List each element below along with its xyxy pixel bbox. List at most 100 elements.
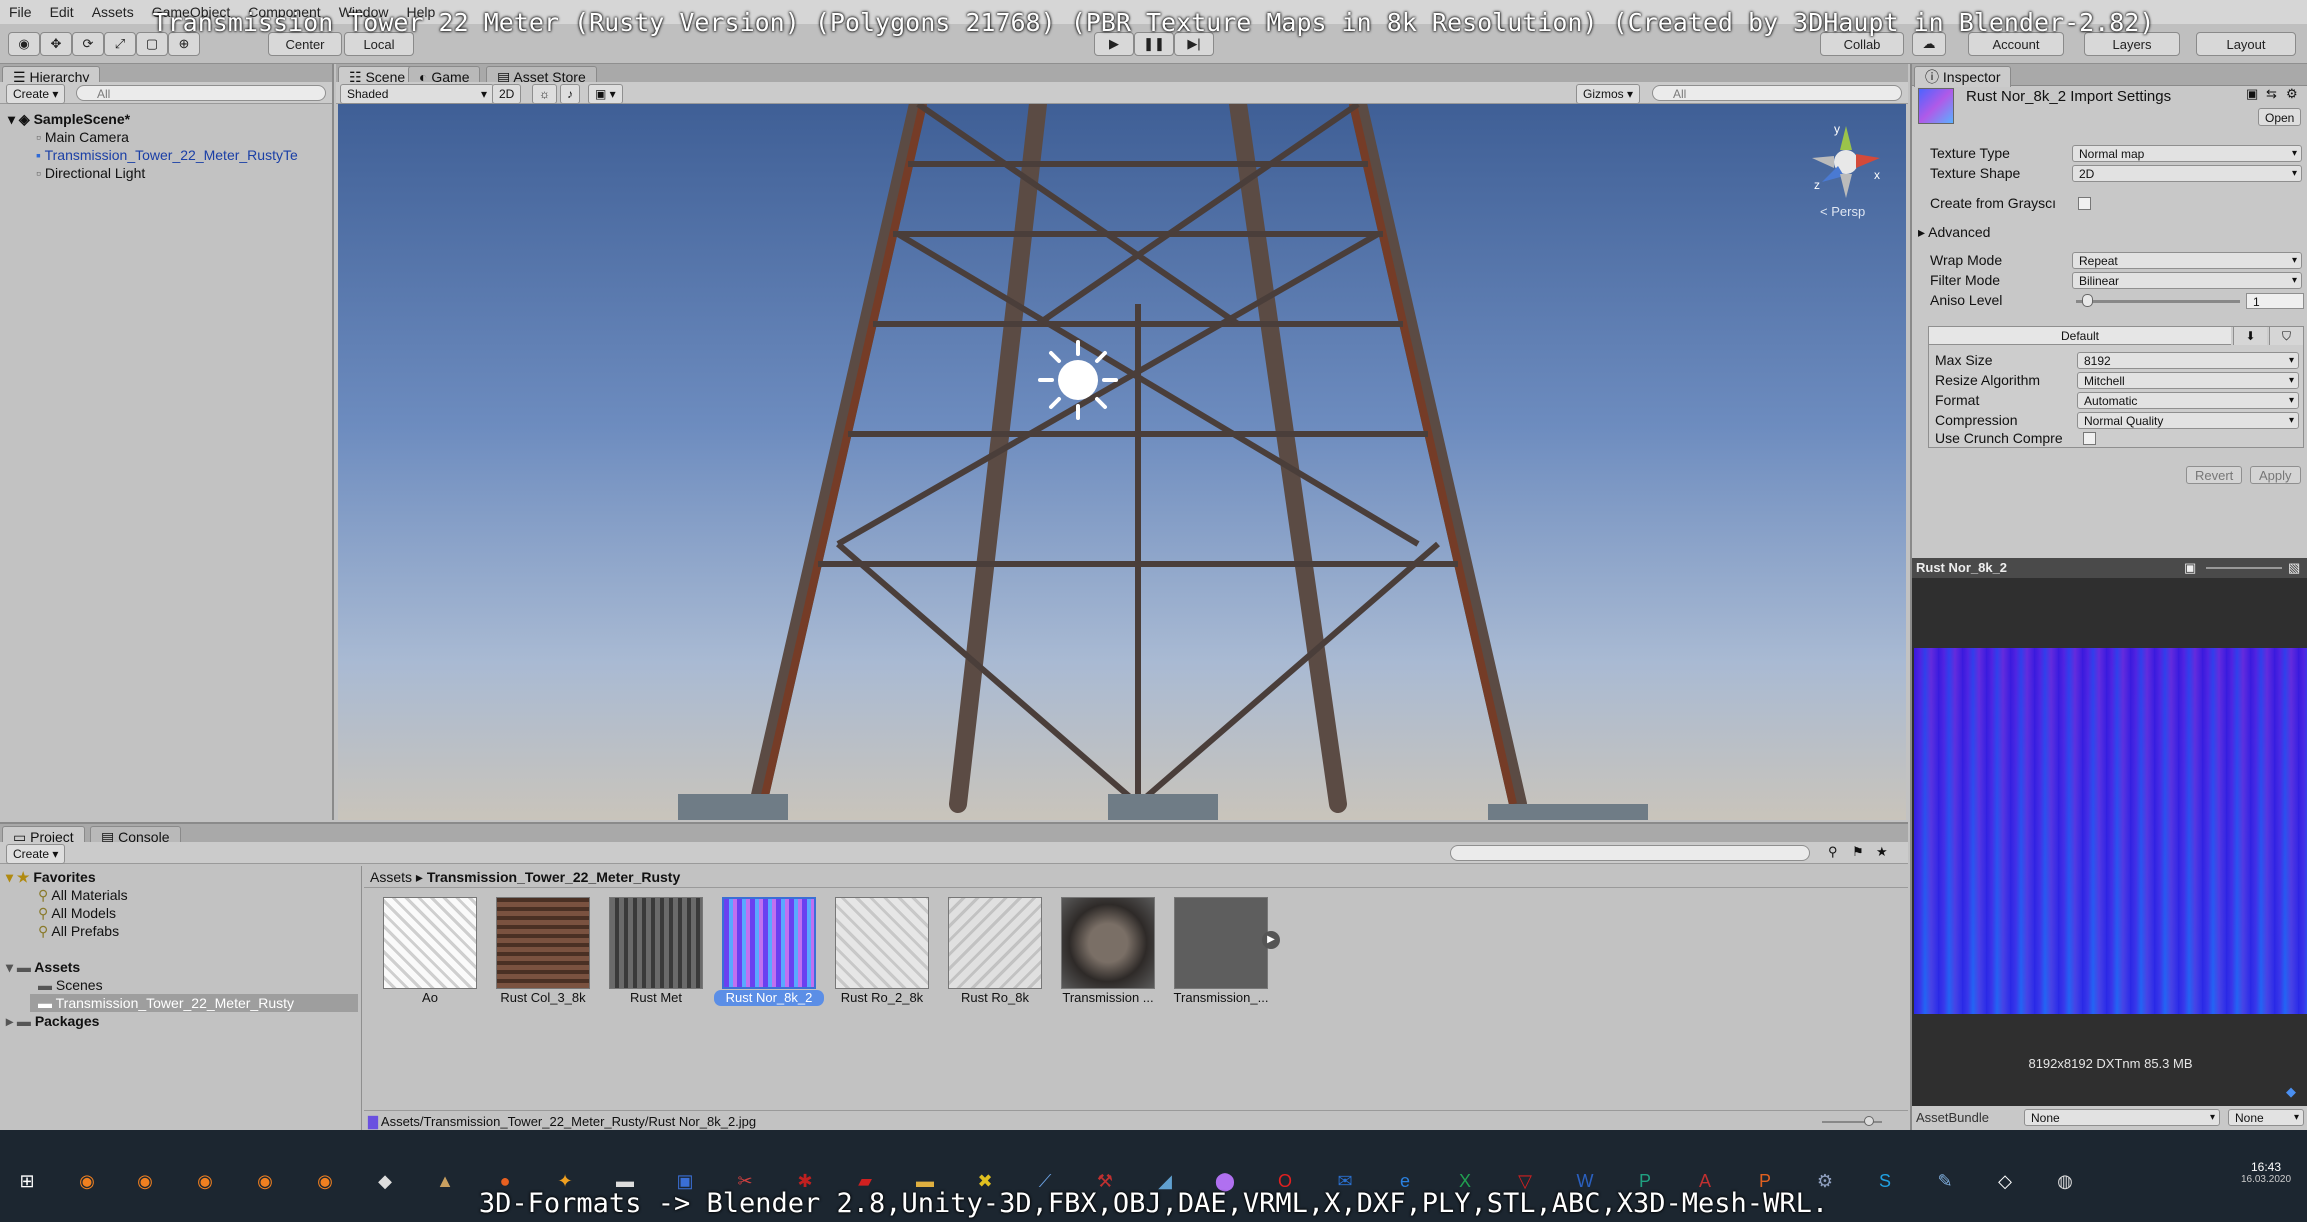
breadcrumb-current-folder[interactable]: Transmission_Tower_22_Meter_Rusty <box>427 869 680 885</box>
favorites-row[interactable]: ▾ ★ Favorites <box>6 868 96 886</box>
advanced-foldout[interactable]: ▸ Advanced <box>1918 223 1990 241</box>
layers-dropdown[interactable]: Layers <box>2084 32 2180 56</box>
star-icon[interactable]: ★ <box>1876 844 1888 860</box>
taskbar-clock[interactable]: 16:43 16.03.2020 <box>2230 1160 2302 1185</box>
folder-item-scenes[interactable]: ▬ Scenes <box>38 976 103 994</box>
mip-slider[interactable] <box>2206 567 2282 569</box>
blender-icon[interactable]: ◉ <box>250 1166 280 1196</box>
blender-icon[interactable]: ◉ <box>310 1166 340 1196</box>
cloud-button[interactable]: ☁ <box>1912 32 1946 56</box>
effects-dropdown[interactable]: ▣ ▾ <box>588 84 623 104</box>
menu-file[interactable]: File <box>0 0 41 24</box>
asset-thumbnail[interactable] <box>835 897 929 989</box>
edge-icon[interactable]: e <box>1390 1166 1420 1196</box>
asset-thumbnail[interactable] <box>383 897 477 989</box>
app-icon[interactable]: ◍ <box>2050 1166 2080 1196</box>
directional-light-sun-icon[interactable] <box>1038 340 1118 420</box>
account-dropdown[interactable]: Account <box>1968 32 2064 56</box>
step-button[interactable]: ▶| <box>1174 32 1214 56</box>
filter-mode-select[interactable]: Bilinear <box>2072 272 2302 289</box>
crunch-compression-checkbox[interactable] <box>2083 432 2096 445</box>
thumbnail-size-handle[interactable] <box>1864 1116 1874 1126</box>
packages-root-row[interactable]: ▸ ▬ Packages <box>6 1012 99 1030</box>
access-icon[interactable]: A <box>1690 1166 1720 1196</box>
shading-dropdown[interactable]: Shaded ▾ <box>340 84 494 104</box>
compression-select[interactable]: Normal Quality <box>2077 412 2299 429</box>
powerpoint-icon[interactable]: P <box>1750 1166 1780 1196</box>
gear-icon[interactable]: ⚙ <box>2286 86 2298 102</box>
project-create-button[interactable]: Create ▾ <box>6 844 66 864</box>
assetbundle-variant-select[interactable]: None <box>2228 1109 2304 1126</box>
blender-icon[interactable]: ◉ <box>130 1166 160 1196</box>
excel-icon[interactable]: X <box>1450 1166 1480 1196</box>
transform-tool-button[interactable]: ⊕ <box>168 32 200 56</box>
app-icon[interactable]: ◢ <box>1150 1166 1180 1196</box>
folder-item-tower-selected[interactable]: ▬ Transmission_Tower_22_Meter_Rusty <box>30 994 358 1012</box>
format-select[interactable]: Automatic <box>2077 392 2299 409</box>
download-icon[interactable]: ⬇ <box>2233 327 2267 345</box>
favorite-item-prefabs[interactable]: ⚲ All Prefabs <box>38 922 119 940</box>
lighting-toggle[interactable]: ☼ <box>532 84 557 104</box>
project-search-input[interactable] <box>1450 845 1810 861</box>
create-from-grayscale-checkbox[interactable] <box>2078 197 2091 210</box>
breadcrumb-assets[interactable]: Assets <box>370 869 412 885</box>
asset-thumbnail[interactable] <box>1061 897 1155 989</box>
menu-help[interactable]: Help <box>397 0 444 24</box>
hierarchy-search-input[interactable]: All <box>76 85 326 101</box>
filter-type-icon[interactable]: ⚲ <box>1828 844 1838 860</box>
texture-shape-select[interactable]: 2D <box>2072 165 2302 182</box>
scene-search-input[interactable]: All <box>1652 85 1902 101</box>
menu-edit[interactable]: Edit <box>41 0 83 24</box>
hierarchy-item-main-camera[interactable]: ▫ Main Camera <box>36 128 129 146</box>
windows-start-icon[interactable]: ⊞ <box>12 1166 42 1196</box>
max-size-select[interactable]: 8192 <box>2077 352 2299 369</box>
app-icon[interactable]: ✦ <box>550 1166 580 1196</box>
unity-icon[interactable]: ◇ <box>1990 1166 2020 1196</box>
menu-component[interactable]: Component <box>239 0 329 24</box>
save-icon[interactable]: ▣ <box>670 1166 700 1196</box>
app-icon[interactable]: ⚒ <box>1090 1166 1120 1196</box>
asset-thumbnail[interactable] <box>1174 897 1268 989</box>
aniso-slider-handle[interactable] <box>2082 294 2093 307</box>
folder-icon[interactable]: ▬ <box>910 1166 940 1196</box>
hierarchy-item-directional-light[interactable]: ▫ Directional Light <box>36 164 145 182</box>
firefox-icon[interactable]: ● <box>490 1166 520 1196</box>
pen-icon[interactable]: ✎ <box>1930 1166 1960 1196</box>
map-pin-icon[interactable]: ⬤ <box>1210 1166 1240 1196</box>
move-tool-button[interactable]: ✥ <box>40 32 72 56</box>
gizmos-dropdown[interactable]: Gizmos ▾ <box>1576 84 1641 104</box>
open-button[interactable]: Open <box>2258 108 2302 126</box>
asset-thumbnail[interactable] <box>496 897 590 989</box>
assets-root-row[interactable]: ▾ ▬ Assets <box>6 958 80 976</box>
aniso-value-field[interactable]: 1 <box>2246 293 2304 309</box>
app-icon[interactable]: ✂ <box>730 1166 760 1196</box>
help-icon[interactable]: ▣ <box>2246 86 2258 102</box>
unity-icon[interactable]: ◆ <box>370 1166 400 1196</box>
publisher-icon[interactable]: P <box>1630 1166 1660 1196</box>
expand-asset-arrow-icon[interactable]: ▶ <box>1262 931 1280 949</box>
pause-button[interactable]: ❚❚ <box>1134 32 1174 56</box>
scene-viewport[interactable]: y z x < Persp <box>338 104 1906 820</box>
favorite-item-models[interactable]: ⚲ All Models <box>38 904 116 922</box>
apply-button[interactable]: Apply <box>2250 466 2301 484</box>
play-button[interactable]: ▶ <box>1094 32 1134 56</box>
hand-tool-button[interactable]: ◉ <box>8 32 40 56</box>
pivot-local-button[interactable]: Local <box>344 32 414 56</box>
favorite-item-materials[interactable]: ⚲ All Materials <box>38 886 128 904</box>
chart-icon[interactable]: ⟋ <box>1030 1166 1060 1196</box>
aniso-slider-track[interactable] <box>2076 300 2240 303</box>
hierarchy-create-button[interactable]: Create ▾ <box>6 84 66 104</box>
resize-algorithm-select[interactable]: Mitchell <box>2077 372 2299 389</box>
app-icon[interactable]: ▲ <box>430 1166 460 1196</box>
pdf-icon[interactable]: ▰ <box>850 1166 880 1196</box>
skype-icon[interactable]: S <box>1870 1166 1900 1196</box>
orientation-gizmo[interactable]: y z x <box>1806 122 1886 202</box>
app-icon[interactable]: ▽ <box>1510 1166 1540 1196</box>
wrap-mode-select[interactable]: Repeat <box>2072 252 2302 269</box>
outlook-icon[interactable]: ✉ <box>1330 1166 1360 1196</box>
scale-tool-button[interactable]: ⤢ <box>104 32 136 56</box>
hierarchy-item-tower[interactable]: ▪ Transmission_Tower_22_Meter_RustyTe <box>36 146 332 164</box>
rect-tool-button[interactable]: ▢ <box>136 32 168 56</box>
audio-toggle[interactable]: ♪ <box>560 84 580 104</box>
html5-icon[interactable]: ⛉ <box>2269 327 2303 345</box>
